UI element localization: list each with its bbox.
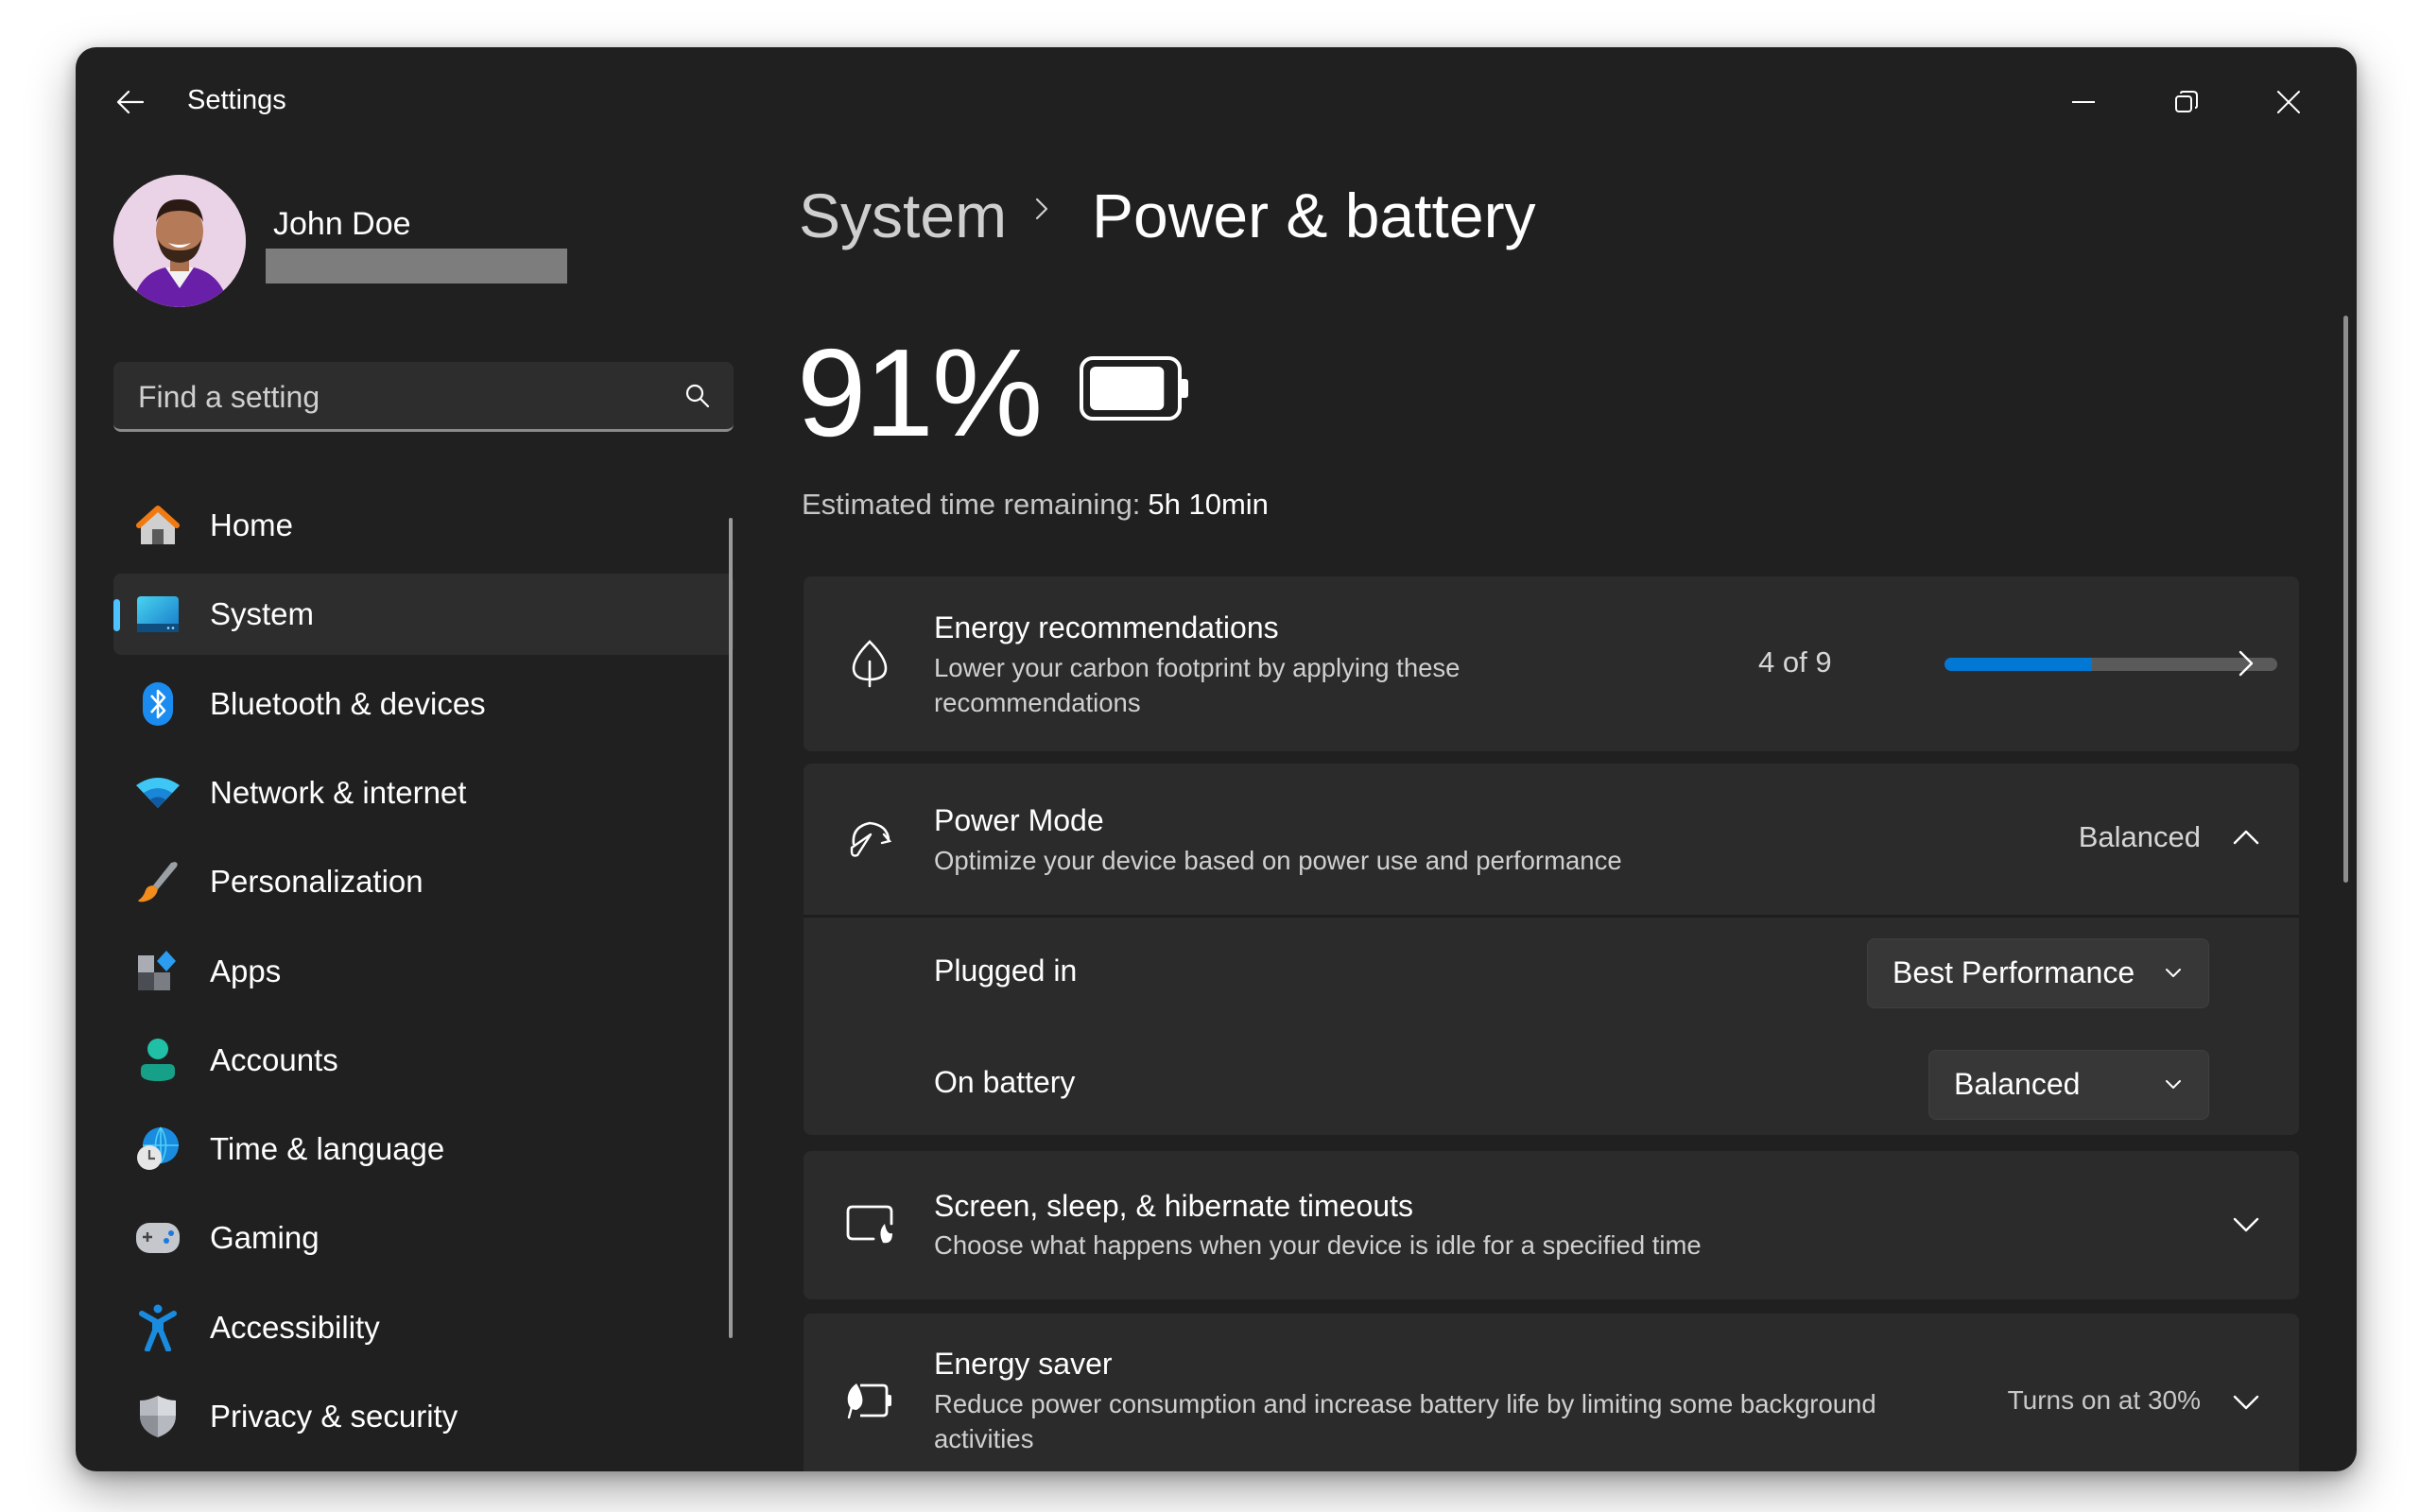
sidebar-item-accounts[interactable]: Accounts: [113, 1020, 734, 1101]
on-battery-dropdown[interactable]: Balanced: [1928, 1050, 2209, 1120]
back-button[interactable]: [110, 81, 151, 123]
chevron-down-icon[interactable]: [2227, 1206, 2265, 1244]
card-description: Reduce power consumption and increase ba…: [934, 1389, 1876, 1453]
power-mode-value: Balanced: [2078, 820, 2201, 853]
leaf-icon: [841, 635, 898, 692]
avatar[interactable]: [113, 175, 246, 307]
account-icon: [134, 1037, 182, 1084]
sidebar-item-label: Time & language: [210, 1131, 445, 1166]
globe-clock-icon: [134, 1125, 182, 1173]
minimize-icon: [2072, 101, 2095, 103]
energy-saver-value: Turns on at 30%: [2007, 1385, 2201, 1415]
power-mode-options: Plugged in Best Performance On battery B…: [804, 915, 2299, 1135]
shield-icon: [134, 1393, 182, 1440]
selection-indicator: [113, 599, 120, 631]
app-title: Settings: [187, 85, 286, 115]
screen-sleep-card[interactable]: Screen, sleep, & hibernate timeouts Choo…: [804, 1151, 2299, 1299]
sidebar-item-label: Home: [210, 507, 294, 542]
speedometer-icon: [841, 809, 898, 866]
sidebar-item-label: Accessibility: [210, 1310, 380, 1345]
back-arrow-icon: [116, 90, 145, 114]
screen-sleep-icon: [841, 1196, 898, 1253]
settings-window: Settings John Doe Find a setting Home Sy…: [76, 47, 2357, 1471]
search-input[interactable]: Find a setting: [138, 380, 320, 415]
chevron-down-icon[interactable]: [2227, 1383, 2265, 1421]
home-icon: [134, 502, 182, 549]
battery-fill: [1090, 367, 1165, 410]
breadcrumb-parent[interactable]: System: [799, 180, 1007, 251]
minimize-button[interactable]: [2051, 76, 2118, 129]
chevron-right-icon[interactable]: [2227, 644, 2265, 682]
sidebar-item-accessibility[interactable]: Accessibility: [113, 1287, 734, 1368]
sidebar-item-label: Gaming: [210, 1220, 320, 1255]
chevron-down-icon: [2166, 969, 2181, 977]
recommendations-progress-label: 4 of 9: [1758, 645, 1832, 679]
avatar-photo-icon: [113, 175, 246, 307]
sidebar-item-bluetooth[interactable]: Bluetooth & devices: [113, 663, 734, 745]
on-battery-label: On battery: [934, 1065, 1076, 1099]
sidebar-item-label: Network & internet: [210, 775, 467, 810]
battery-percentage: 91%: [797, 323, 1043, 462]
chevron-right-icon: [1035, 198, 1048, 220]
page-title: Power & battery: [1092, 180, 1536, 250]
progress-fill: [1945, 658, 2093, 671]
plugged-in-dropdown[interactable]: Best Performance: [1867, 938, 2209, 1008]
close-icon: [2277, 91, 2300, 113]
sidebar-item-personalization[interactable]: Personalization: [113, 841, 734, 922]
dropdown-value: Best Performance: [1893, 955, 2135, 989]
wifi-icon: [134, 769, 182, 816]
sidebar-item-label: Apps: [210, 954, 282, 988]
system-icon: [134, 591, 182, 638]
sidebar-item-gaming[interactable]: Gaming: [113, 1197, 734, 1279]
main-scrollbar[interactable]: [2343, 316, 2348, 883]
power-mode-card[interactable]: Power Mode Optimize your device based on…: [804, 764, 2299, 915]
energy-recommendations-card[interactable]: Energy recommendations Lower your carbon…: [804, 576, 2299, 751]
restore-icon: [2175, 91, 2198, 112]
user-name: John Doe: [273, 206, 411, 242]
sidebar-item-label: Personalization: [210, 864, 424, 899]
sidebar-item-label: Privacy & security: [210, 1399, 458, 1434]
card-title: Energy recommendations: [934, 610, 1279, 644]
card-description: Lower your carbon footprint by applying …: [934, 653, 1461, 717]
sidebar-item-label: Bluetooth & devices: [210, 686, 486, 721]
search-icon[interactable]: [684, 383, 711, 409]
energy-saver-card[interactable]: Energy saver Reduce power consumption an…: [804, 1314, 2299, 1471]
sidebar-item-network[interactable]: Network & internet: [113, 752, 734, 833]
chevron-up-icon[interactable]: [2227, 818, 2265, 856]
estimated-time-label: Estimated time remaining:: [802, 488, 1141, 521]
estimated-time: Estimated time remaining: 5h 10min: [802, 488, 1269, 522]
card-title: Screen, sleep, & hibernate timeouts: [934, 1189, 1413, 1223]
sidebar-item-privacy-security[interactable]: Privacy & security: [113, 1376, 734, 1457]
user-email-redacted: [266, 249, 567, 284]
search-box[interactable]: Find a setting: [113, 362, 734, 432]
apps-icon: [134, 948, 182, 995]
card-title: Energy saver: [934, 1347, 1113, 1381]
sidebar-item-system[interactable]: System: [113, 574, 734, 655]
card-description: Optimize your device based on power use …: [934, 846, 1622, 875]
card-title: Power Mode: [934, 803, 1104, 837]
plugged-in-label: Plugged in: [934, 954, 1078, 988]
close-button[interactable]: [2256, 76, 2322, 129]
energy-saver-icon: [841, 1372, 898, 1429]
sidebar-item-home[interactable]: Home: [113, 485, 734, 566]
sidebar-scrollbar[interactable]: [729, 518, 733, 1338]
sidebar-item-time-language[interactable]: Time & language: [113, 1108, 734, 1190]
paintbrush-icon: [134, 858, 182, 905]
estimated-time-value: 5h 10min: [1148, 488, 1269, 521]
accessibility-icon: [134, 1304, 182, 1351]
bluetooth-icon: [134, 680, 182, 728]
sidebar-item-apps[interactable]: Apps: [113, 931, 734, 1012]
battery-icon: [1080, 356, 1188, 421]
card-description: Choose what happens when your device is …: [934, 1230, 1702, 1260]
chevron-down-icon: [2166, 1080, 2181, 1089]
dropdown-value: Balanced: [1954, 1067, 2081, 1101]
restore-button[interactable]: [2153, 76, 2220, 129]
sidebar-item-label: Accounts: [210, 1042, 338, 1077]
gamepad-icon: [134, 1214, 182, 1262]
sidebar-item-label: System: [210, 596, 315, 631]
